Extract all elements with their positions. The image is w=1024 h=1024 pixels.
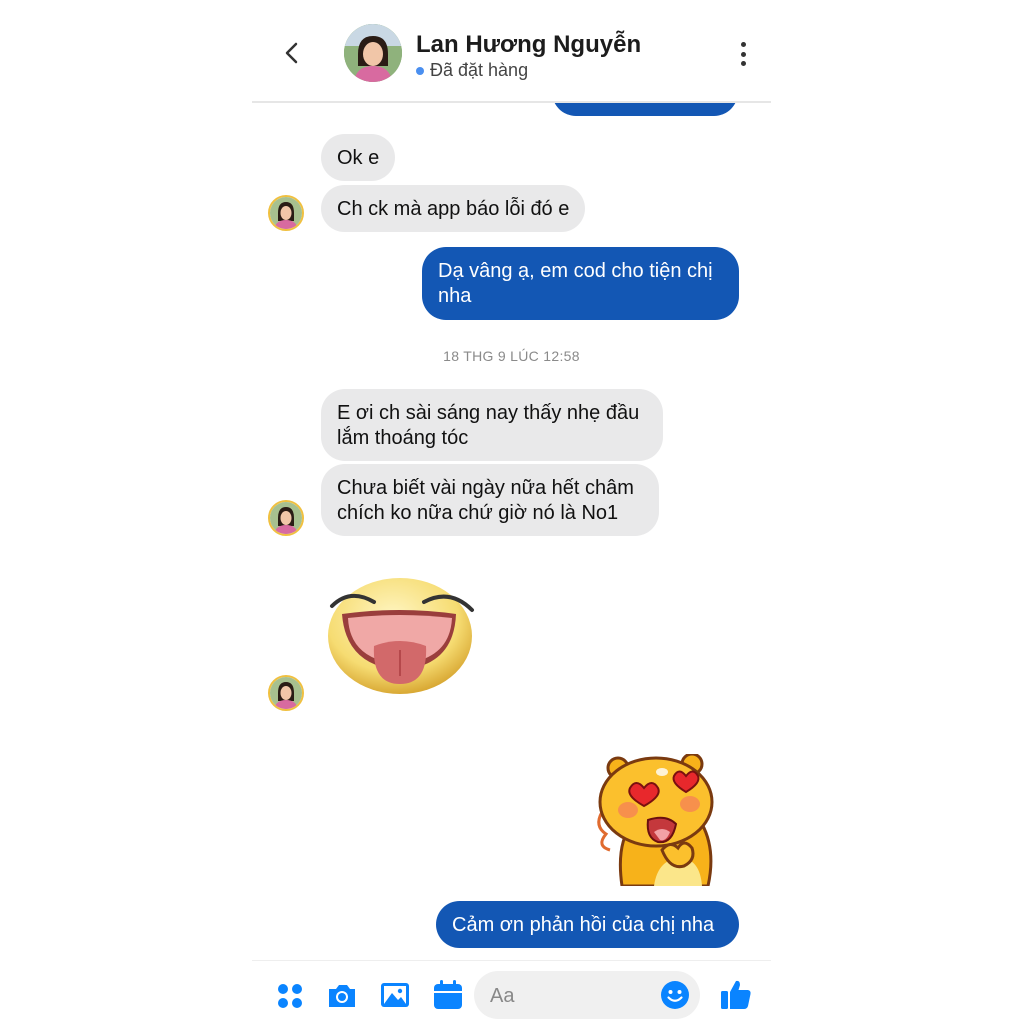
- message-text-line: lắm thoáng tóc: [337, 427, 469, 449]
- calendar-icon: [434, 980, 462, 1009]
- like-button[interactable]: [719, 977, 753, 1011]
- thumbs-up-icon: [721, 980, 751, 1009]
- laughing-tongue-face-sticker[interactable]: [324, 566, 476, 696]
- contact-avatar[interactable]: [344, 24, 402, 82]
- gallery-button[interactable]: [379, 979, 411, 1011]
- message-text-line: nha: [438, 285, 472, 307]
- chevron-left-icon: [285, 42, 298, 64]
- apps-icon: [278, 984, 302, 1008]
- chat-screen: Lan Hương Nguyễn Đã đặt hàng Ok e Ch ck …: [252, 0, 771, 1024]
- calendar-button[interactable]: [432, 979, 464, 1011]
- message-text: Ch ck mà app báo lỗi đó e: [337, 198, 570, 220]
- message-input-container: [474, 971, 700, 1021]
- contact-name[interactable]: Lan Hương Nguyễn: [416, 31, 641, 59]
- contact-status: Đã đặt hàng: [416, 60, 528, 81]
- chat-header: Lan Hương Nguyễn Đã đặt hàng: [252, 0, 771, 103]
- more-dot-icon: [740, 51, 746, 57]
- camera-icon: [329, 985, 355, 1007]
- status-text: Đã đặt hàng: [430, 60, 529, 80]
- outgoing-message[interactable]: Dạ vâng ạ, em cod cho tiện chị nha: [422, 247, 739, 320]
- incoming-message[interactable]: Chưa biết vài ngày nữa hết châm chích ko…: [321, 464, 659, 536]
- status-dot-icon: [416, 66, 424, 75]
- message-text: Ok e: [337, 147, 380, 169]
- incoming-message[interactable]: E ơi ch sài sáng nay thấy nhẹ đầu lắm th…: [321, 389, 663, 461]
- emoji-button[interactable]: [660, 980, 690, 1010]
- message-text-line: chích ko nữa chứ giờ nó là No1: [337, 502, 619, 524]
- incoming-message[interactable]: Ok e: [321, 134, 396, 181]
- apps-button[interactable]: [274, 979, 306, 1011]
- camera-button[interactable]: [326, 979, 358, 1011]
- contact-avatar-small[interactable]: [268, 195, 304, 231]
- message-composer: [252, 960, 771, 1024]
- message-input[interactable]: [488, 971, 652, 1021]
- message-text-line: Chưa biết vài ngày nữa hết châm: [337, 477, 634, 499]
- outgoing-message[interactable]: Cảm ơn phản hồi của chị nha: [436, 901, 739, 948]
- emoji-icon: [661, 981, 689, 1009]
- back-button[interactable]: [280, 38, 304, 68]
- heart-eyes-bear-sticker[interactable]: [592, 752, 722, 888]
- message-timestamp: 18 THG 9 LÚC 12:58: [443, 348, 580, 364]
- message-text-line: E ơi ch sài sáng nay thấy nhẹ đầu: [337, 402, 640, 424]
- more-options-button[interactable]: [735, 42, 751, 66]
- contact-avatar-small[interactable]: [268, 675, 304, 711]
- message-text: Cảm ơn phản hồi của chị nha: [452, 914, 715, 936]
- more-dot-icon: [740, 61, 746, 66]
- more-dot-icon: [740, 42, 746, 47]
- image-icon: [381, 983, 409, 1007]
- message-text-line: Dạ vâng ạ, em cod cho tiện chị: [438, 260, 713, 282]
- contact-avatar-small[interactable]: [268, 500, 304, 536]
- incoming-message[interactable]: Ch ck mà app báo lỗi đó e: [321, 185, 586, 232]
